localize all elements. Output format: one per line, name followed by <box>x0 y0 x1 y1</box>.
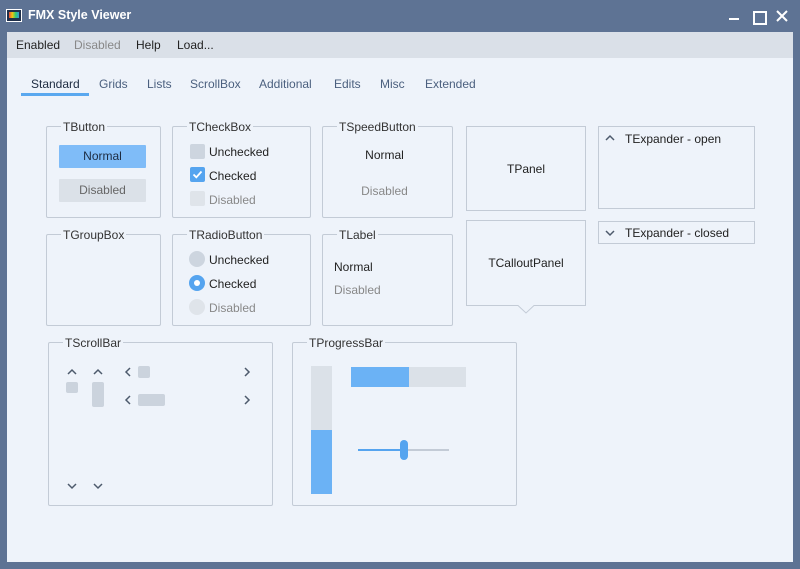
close-icon[interactable] <box>773 7 791 25</box>
scroll-right-icon[interactable] <box>242 366 252 378</box>
checked-radio-label: Checked <box>209 277 257 291</box>
active-tab-indicator <box>21 93 89 96</box>
chevron-up-icon[interactable] <box>605 134 615 142</box>
checked-radio[interactable] <box>189 275 205 291</box>
disabled-tlabel: Disabled <box>334 283 381 297</box>
tspeedbutton-group <box>322 126 453 218</box>
scroll-up-icon[interactable] <box>92 367 104 377</box>
menu-load[interactable]: Load... <box>177 38 214 52</box>
tab-standard[interactable]: Standard <box>31 77 80 91</box>
normal-speedbutton[interactable]: Normal <box>322 148 447 162</box>
unchecked-checkbox[interactable] <box>190 144 205 159</box>
horizontal-progress-fill <box>351 367 409 387</box>
disabled-radio-label: Disabled <box>209 301 256 315</box>
tbutton-group <box>46 126 161 218</box>
scroll-down-icon[interactable] <box>66 481 78 491</box>
vertical-progress-bar <box>311 366 332 494</box>
tcheckbox-title: TCheckBox <box>187 120 254 134</box>
maximize-icon[interactable] <box>749 7 767 25</box>
scroll-down-icon[interactable] <box>92 481 104 491</box>
unchecked-radio-label: Unchecked <box>209 253 270 267</box>
unchecked-label: Unchecked <box>209 145 270 159</box>
scrollbar-thumb-small[interactable] <box>66 382 78 393</box>
scrollbar-thumb-small[interactable] <box>138 366 150 378</box>
tbutton-title: TButton <box>61 120 108 134</box>
tab-misc[interactable]: Misc <box>380 77 405 91</box>
checked-checkbox[interactable] <box>190 167 205 182</box>
tab-scrollbox[interactable]: ScrollBox <box>190 77 241 91</box>
tprogressbar-title: TProgressBar <box>307 336 386 350</box>
trackbar[interactable] <box>358 440 449 460</box>
tab-additional[interactable]: Additional <box>259 77 312 91</box>
scroll-left-icon[interactable] <box>123 366 133 378</box>
tscrollbar-group <box>48 342 273 506</box>
scrollbar-thumb-horizontal[interactable] <box>138 394 165 406</box>
minimize-icon[interactable] <box>725 7 743 25</box>
checkmark-icon <box>192 170 203 179</box>
disabled-speedbutton[interactable]: Disabled <box>322 184 447 198</box>
scroll-right-icon[interactable] <box>242 394 252 406</box>
texpander-closed-label[interactable]: TExpander - closed <box>625 226 729 240</box>
tlabel-title: TLabel <box>337 228 378 242</box>
texpander-open-label[interactable]: TExpander - open <box>625 132 721 146</box>
disabled-radio[interactable] <box>189 299 205 315</box>
horizontal-progress-bar <box>351 367 466 387</box>
scroll-up-icon[interactable] <box>66 367 78 377</box>
menu-bar <box>7 32 793 58</box>
tab-lists[interactable]: Lists <box>147 77 172 91</box>
vertical-progress-fill <box>311 430 332 494</box>
tab-extended[interactable]: Extended <box>425 77 476 91</box>
menu-help[interactable]: Help <box>136 38 161 52</box>
scrollbar-thumb-vertical[interactable] <box>92 382 104 407</box>
menu-enabled[interactable]: Enabled <box>16 38 60 52</box>
disabled-label: Disabled <box>209 193 256 207</box>
tlabel-group <box>322 234 453 326</box>
tradiobutton-title: TRadioButton <box>187 228 265 242</box>
disabled-checkbox[interactable] <box>190 191 205 206</box>
tpanel-label: TPanel <box>506 162 546 176</box>
unchecked-radio[interactable] <box>189 251 205 267</box>
normal-button[interactable]: Normal <box>59 145 146 168</box>
tcalloutpanel-label: TCalloutPanel <box>488 256 564 270</box>
trackbar-thumb[interactable] <box>399 440 408 460</box>
tgroupbox <box>46 234 161 326</box>
tab-grids[interactable]: Grids <box>99 77 128 91</box>
trackbar-fill <box>358 449 404 451</box>
menu-disabled[interactable]: Disabled <box>74 38 121 52</box>
disabled-button[interactable]: Disabled <box>59 179 146 202</box>
app-icon <box>6 9 22 22</box>
window-title: FMX Style Viewer <box>28 8 132 22</box>
scroll-left-icon[interactable] <box>123 394 133 406</box>
chevron-down-icon[interactable] <box>605 229 615 237</box>
normal-label: Normal <box>334 260 373 274</box>
tab-edits[interactable]: Edits <box>334 77 361 91</box>
tgroupbox-title: TGroupBox <box>61 228 127 242</box>
checked-label: Checked <box>209 169 257 183</box>
tspeedbutton-title: TSpeedButton <box>337 120 418 134</box>
tscrollbar-title: TScrollBar <box>63 336 124 350</box>
